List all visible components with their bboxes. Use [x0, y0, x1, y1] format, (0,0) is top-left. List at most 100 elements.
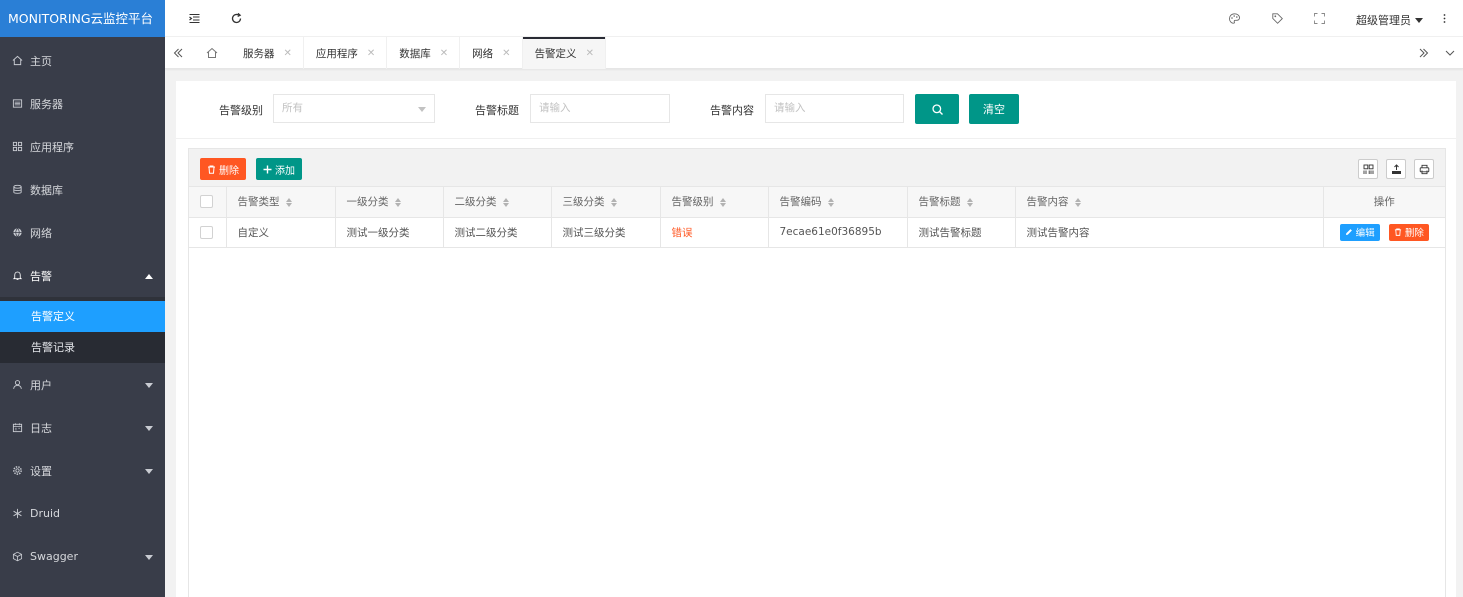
- tabs-dropdown-icon[interactable]: [1437, 37, 1463, 69]
- more-vertical-icon[interactable]: [1437, 11, 1451, 25]
- column-header-level[interactable]: 告警级别: [660, 187, 769, 218]
- cell-type: 自定义: [226, 217, 336, 248]
- sidebar-item-apps[interactable]: 应用程序: [0, 125, 165, 168]
- add-label: 添加: [275, 165, 295, 177]
- tab-applications[interactable]: 应用程序 ✕: [304, 37, 388, 69]
- bell-icon: [11, 270, 23, 282]
- print-icon[interactable]: [1414, 159, 1434, 179]
- sort-icon[interactable]: [502, 197, 510, 207]
- alarm-title-label: 告警标题: [475, 104, 519, 117]
- sort-icon[interactable]: [285, 197, 293, 207]
- alarm-content-input[interactable]: 请输入: [765, 94, 904, 123]
- table-row: 自定义 测试一级分类 测试二级分类 测试三级分类 错误 7ecae61e0f36…: [189, 217, 1445, 248]
- gear-icon: [11, 465, 23, 477]
- fullscreen-icon[interactable]: [1312, 11, 1326, 25]
- open-tabs: 服务器 ✕ 应用程序 ✕ 数据库 ✕ 网络 ✕ 告警定义 ✕: [231, 37, 606, 69]
- theme-palette-icon[interactable]: [1227, 11, 1241, 25]
- plus-icon: [263, 165, 272, 173]
- close-icon[interactable]: ✕: [440, 48, 448, 59]
- columns-filter-icon[interactable]: [1358, 159, 1378, 179]
- sort-icon[interactable]: [394, 197, 402, 207]
- clear-button[interactable]: 清空: [969, 94, 1019, 124]
- row-edit-button[interactable]: 编辑: [1339, 223, 1380, 241]
- row-checkbox[interactable]: [200, 225, 213, 239]
- pencil-icon: [1345, 229, 1352, 235]
- alarm-title-input[interactable]: 请输入: [530, 94, 670, 123]
- alarm-level-select[interactable]: 所有: [273, 94, 435, 123]
- sidebar-item-alarm[interactable]: 告警: [0, 254, 165, 297]
- export-icon[interactable]: [1386, 159, 1406, 179]
- sort-icon[interactable]: [719, 197, 727, 207]
- sidebar-item-users[interactable]: 用户: [0, 363, 165, 406]
- tabs-scroll-right-icon[interactable]: [1411, 37, 1437, 69]
- column-header-code[interactable]: 告警编码: [768, 187, 908, 218]
- app-logo-title[interactable]: MONITORING云监控平台: [0, 0, 165, 37]
- row-delete-button[interactable]: 删除: [1388, 223, 1429, 241]
- column-header-label: 告警编码: [779, 196, 822, 209]
- tab-database[interactable]: 数据库 ✕: [387, 37, 461, 69]
- tab-alarm-definition[interactable]: 告警定义 ✕: [522, 37, 606, 69]
- user-icon: [11, 379, 23, 391]
- sidebar-item-network[interactable]: 网络: [0, 211, 165, 254]
- main-content: 告警级别 所有 告警标题 请输入 告警内容 请输入 清空 删除 添加 告警类型 …: [176, 81, 1456, 597]
- close-icon[interactable]: ✕: [284, 48, 292, 59]
- column-header-label: 告警类型: [237, 196, 280, 209]
- column-header-cat3[interactable]: 三级分类: [551, 187, 661, 218]
- close-icon[interactable]: ✕: [586, 48, 594, 59]
- top-header: 超级管理员: [165, 0, 1463, 37]
- sidebar-item-home[interactable]: 主页: [0, 39, 165, 82]
- close-icon[interactable]: ✕: [367, 48, 375, 59]
- column-header-label: 告警标题: [918, 196, 961, 209]
- sidebar-subitem-alarm-definition[interactable]: 告警定义: [0, 301, 165, 332]
- column-header-label: 告警内容: [1026, 196, 1069, 209]
- sidebar-item-server[interactable]: 服务器: [0, 82, 165, 125]
- column-header-label: 一级分类: [346, 196, 389, 209]
- column-header-type[interactable]: 告警类型: [226, 187, 336, 218]
- chevron-up-icon: [145, 273, 153, 279]
- tab-bar: 服务器 ✕ 应用程序 ✕ 数据库 ✕ 网络 ✕ 告警定义 ✕: [165, 37, 1463, 69]
- sidebar-item-database[interactable]: 数据库: [0, 168, 165, 211]
- sort-icon[interactable]: [966, 197, 974, 207]
- select-all-checkbox[interactable]: [200, 195, 213, 209]
- menu-collapse-icon[interactable]: [187, 11, 201, 25]
- sidebar-item-label: 应用程序: [30, 140, 74, 154]
- search-button[interactable]: [915, 94, 959, 124]
- sidebar-item-label: 设置: [30, 464, 52, 478]
- trash-icon: [208, 165, 215, 174]
- sidebar-item-label: 服务器: [30, 97, 63, 111]
- row-select-cell: [189, 217, 227, 248]
- sidebar-item-swagger[interactable]: Swagger: [0, 535, 165, 578]
- refresh-icon[interactable]: [229, 11, 243, 25]
- column-header-label: 二级分类: [454, 196, 497, 209]
- sort-icon[interactable]: [610, 197, 618, 207]
- sort-icon[interactable]: [1074, 197, 1082, 207]
- sidebar-item-settings[interactable]: 设置: [0, 449, 165, 492]
- column-header-cat2[interactable]: 二级分类: [443, 187, 552, 218]
- tabs-scroll-left-icon[interactable]: [165, 37, 191, 69]
- user-menu[interactable]: 超级管理员: [1356, 12, 1423, 28]
- sidebar-item-druid[interactable]: Druid: [0, 492, 165, 535]
- column-header-cat1[interactable]: 一级分类: [335, 187, 444, 218]
- alarm-content-label: 告警内容: [710, 104, 754, 117]
- add-button[interactable]: 添加: [256, 158, 302, 180]
- cell-content: 测试告警内容: [1015, 217, 1324, 248]
- cell-actions: 编辑 删除: [1323, 217, 1445, 248]
- apps-icon: [11, 141, 23, 153]
- sidebar-item-logs[interactable]: 日志: [0, 406, 165, 449]
- search-form: 告警级别 所有 告警标题 请输入 告警内容 请输入 清空: [176, 81, 1456, 139]
- column-header-title[interactable]: 告警标题: [907, 187, 1016, 218]
- tab-network[interactable]: 网络 ✕: [460, 37, 523, 69]
- alarm-level-value: 所有: [282, 102, 303, 114]
- alarm-table: 告警类型 一级分类 二级分类 三级分类 告警级别 告警编码 告警标题 告警内容 …: [189, 187, 1445, 248]
- close-icon[interactable]: ✕: [502, 48, 510, 59]
- globe-icon: [11, 227, 23, 239]
- cube-icon: [11, 551, 23, 563]
- tag-icon[interactable]: [1270, 11, 1284, 25]
- sidebar-subitem-alarm-records[interactable]: 告警记录: [0, 332, 165, 363]
- batch-delete-button[interactable]: 删除: [200, 158, 246, 180]
- alarm-submenu: 告警定义 告警记录: [0, 297, 165, 363]
- sort-icon[interactable]: [827, 197, 835, 207]
- column-header-content[interactable]: 告警内容: [1015, 187, 1324, 218]
- home-tab-icon[interactable]: [199, 37, 225, 69]
- tab-server[interactable]: 服务器 ✕: [231, 37, 304, 69]
